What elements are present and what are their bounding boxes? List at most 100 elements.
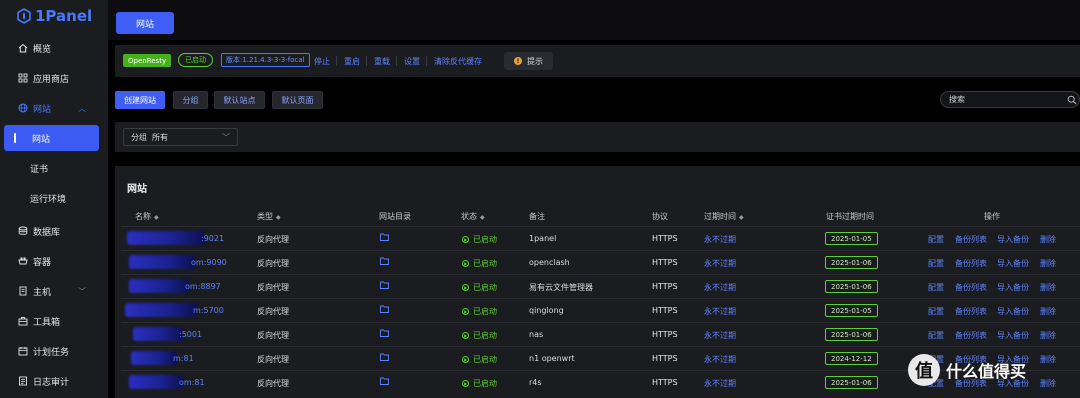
- sidebar-item-runtime[interactable]: 运行环境: [0, 185, 108, 211]
- expire-link[interactable]: 永不过期: [704, 306, 736, 317]
- column-header-status[interactable]: 状态 ◆: [461, 211, 485, 222]
- status-indicator[interactable]: ▶ 已启动: [462, 378, 497, 389]
- import-backup-link[interactable]: 导入备份: [997, 258, 1029, 269]
- website-name-link[interactable]: om:8897: [129, 279, 221, 293]
- default-site-button[interactable]: 默认站点: [214, 91, 265, 109]
- folder-icon[interactable]: [380, 305, 389, 315]
- status-indicator[interactable]: ▶ 已启动: [462, 330, 497, 341]
- website-name-link[interactable]: om:81: [129, 375, 205, 389]
- delete-link[interactable]: 删除: [1040, 282, 1056, 293]
- folder-icon[interactable]: [380, 329, 389, 339]
- config-link[interactable]: 配置: [928, 258, 944, 269]
- sidebar: 1Panel 概览 应用商店 网站 ︿ 网站 证书 运行环境 数据库 容器 主机…: [0, 0, 108, 398]
- delete-link[interactable]: 删除: [1040, 306, 1056, 317]
- config-link[interactable]: 配置: [928, 306, 944, 317]
- delete-link[interactable]: 删除: [1040, 234, 1056, 245]
- app-logo[interactable]: 1Panel: [17, 7, 92, 25]
- divider: [336, 56, 337, 66]
- clear-proxy-cache-link[interactable]: 清除反代缓存: [434, 56, 482, 67]
- website-name-link[interactable]: m:81: [129, 351, 194, 365]
- sidebar-item-log-audit[interactable]: 日志审计: [0, 368, 108, 394]
- import-backup-link[interactable]: 导入备份: [997, 330, 1029, 341]
- stop-link[interactable]: 停止: [314, 56, 330, 67]
- sort-icon[interactable]: ◆: [480, 214, 485, 221]
- sidebar-item-certificates[interactable]: 证书: [0, 155, 108, 181]
- sort-icon[interactable]: ◆: [154, 214, 159, 221]
- import-backup-link[interactable]: 导入备份: [997, 282, 1029, 293]
- website-protocol: HTTPS: [652, 282, 678, 291]
- status-indicator[interactable]: ▶ 已启动: [462, 282, 497, 293]
- website-name-link[interactable]: :9021: [127, 231, 224, 245]
- sidebar-item-scheduled-tasks[interactable]: 计划任务: [0, 338, 108, 364]
- folder-icon[interactable]: [380, 353, 389, 363]
- expire-link[interactable]: 永不过期: [704, 258, 736, 269]
- watermark-text: 什么值得买: [946, 362, 1027, 381]
- column-header-expire[interactable]: 过期时间 ◆: [704, 211, 744, 222]
- status-indicator[interactable]: ▶ 已启动: [462, 234, 497, 245]
- website-remark: n1 openwrt: [529, 354, 575, 363]
- website-name-link[interactable]: :5001: [129, 327, 202, 341]
- status-indicator[interactable]: ▶ 已启动: [462, 306, 497, 317]
- delete-link[interactable]: 删除: [1040, 378, 1056, 389]
- sort-icon[interactable]: ◆: [739, 214, 744, 221]
- sidebar-item-container[interactable]: 容器: [0, 248, 108, 274]
- import-backup-link[interactable]: 导入备份: [997, 306, 1029, 317]
- restart-link[interactable]: 重启: [344, 56, 360, 67]
- folder-icon[interactable]: [380, 233, 389, 243]
- folder-icon[interactable]: [380, 377, 389, 387]
- column-header-name[interactable]: 名称 ◆: [135, 211, 159, 222]
- config-link[interactable]: 配置: [928, 330, 944, 341]
- status-indicator[interactable]: ▶ 已启动: [462, 354, 497, 365]
- folder-icon[interactable]: [380, 281, 389, 291]
- sidebar-item-websites[interactable]: 网站 ︿: [0, 95, 108, 121]
- website-name-link[interactable]: m:5700: [125, 303, 224, 317]
- settings-link[interactable]: 设置: [404, 56, 420, 67]
- expire-link[interactable]: 永不过期: [704, 378, 736, 389]
- divider: [366, 56, 367, 66]
- sidebar-item-app-store[interactable]: 应用商店: [0, 65, 108, 91]
- expire-link[interactable]: 永不过期: [704, 354, 736, 365]
- config-link[interactable]: 配置: [928, 234, 944, 245]
- default-page-button[interactable]: 默认页面: [272, 91, 323, 109]
- backup-list-link[interactable]: 备份列表: [955, 234, 987, 245]
- backup-list-link[interactable]: 备份列表: [955, 330, 987, 341]
- website-name-link[interactable]: om:9090: [129, 255, 227, 269]
- create-website-button[interactable]: 创建网站: [115, 91, 165, 109]
- sidebar-item-toolbox[interactable]: 工具箱: [0, 308, 108, 334]
- sidebar-item-overview[interactable]: 概览: [0, 35, 108, 61]
- delete-link[interactable]: 删除: [1040, 354, 1056, 365]
- status-indicator[interactable]: ▶ 已启动: [462, 258, 497, 269]
- logo-text: 1Panel: [35, 7, 93, 25]
- import-backup-link[interactable]: 导入备份: [997, 234, 1029, 245]
- folder-icon[interactable]: [380, 257, 389, 267]
- website-protocol: HTTPS: [652, 234, 678, 243]
- expire-link[interactable]: 永不过期: [704, 282, 736, 293]
- group-select[interactable]: 分组 所有 ﹀: [123, 128, 238, 146]
- backup-list-link[interactable]: 备份列表: [955, 306, 987, 317]
- search-icon[interactable]: [1067, 95, 1077, 107]
- website-type: 反向代理: [257, 355, 289, 364]
- delete-link[interactable]: 删除: [1040, 330, 1056, 341]
- tip-button[interactable]: ! 提示: [504, 52, 553, 70]
- config-link[interactable]: 配置: [928, 282, 944, 293]
- sidebar-item-host[interactable]: 主机 ﹀: [0, 278, 108, 304]
- delete-link[interactable]: 删除: [1040, 258, 1056, 269]
- group-button[interactable]: 分组: [173, 91, 208, 109]
- column-header-remark: 备注: [529, 212, 545, 221]
- openresty-badge: OpenResty: [123, 54, 172, 67]
- column-header-type[interactable]: 类型 ◆: [257, 211, 281, 222]
- expire-link[interactable]: 永不过期: [704, 330, 736, 341]
- expire-link[interactable]: 永不过期: [704, 234, 736, 245]
- sidebar-item-database[interactable]: 数据库: [0, 218, 108, 244]
- sidebar-item-websites-sub[interactable]: 网站: [4, 125, 99, 151]
- reload-link[interactable]: 重载: [374, 56, 390, 67]
- backup-list-link[interactable]: 备份列表: [955, 282, 987, 293]
- play-icon: ▶: [462, 284, 469, 291]
- search-input[interactable]: 搜索: [940, 91, 1080, 108]
- table-title: 网站: [127, 184, 147, 195]
- table-row: :9021 反向代理 ▶ 已启动 1panel HTTPS 永不过期 2025-01-05 配置…: [121, 226, 1080, 250]
- backup-list-link[interactable]: 备份列表: [955, 258, 987, 269]
- tab-websites[interactable]: 网站: [116, 12, 174, 34]
- sort-icon[interactable]: ◆: [276, 214, 281, 221]
- sidebar-item-label: 日志审计: [33, 377, 70, 388]
